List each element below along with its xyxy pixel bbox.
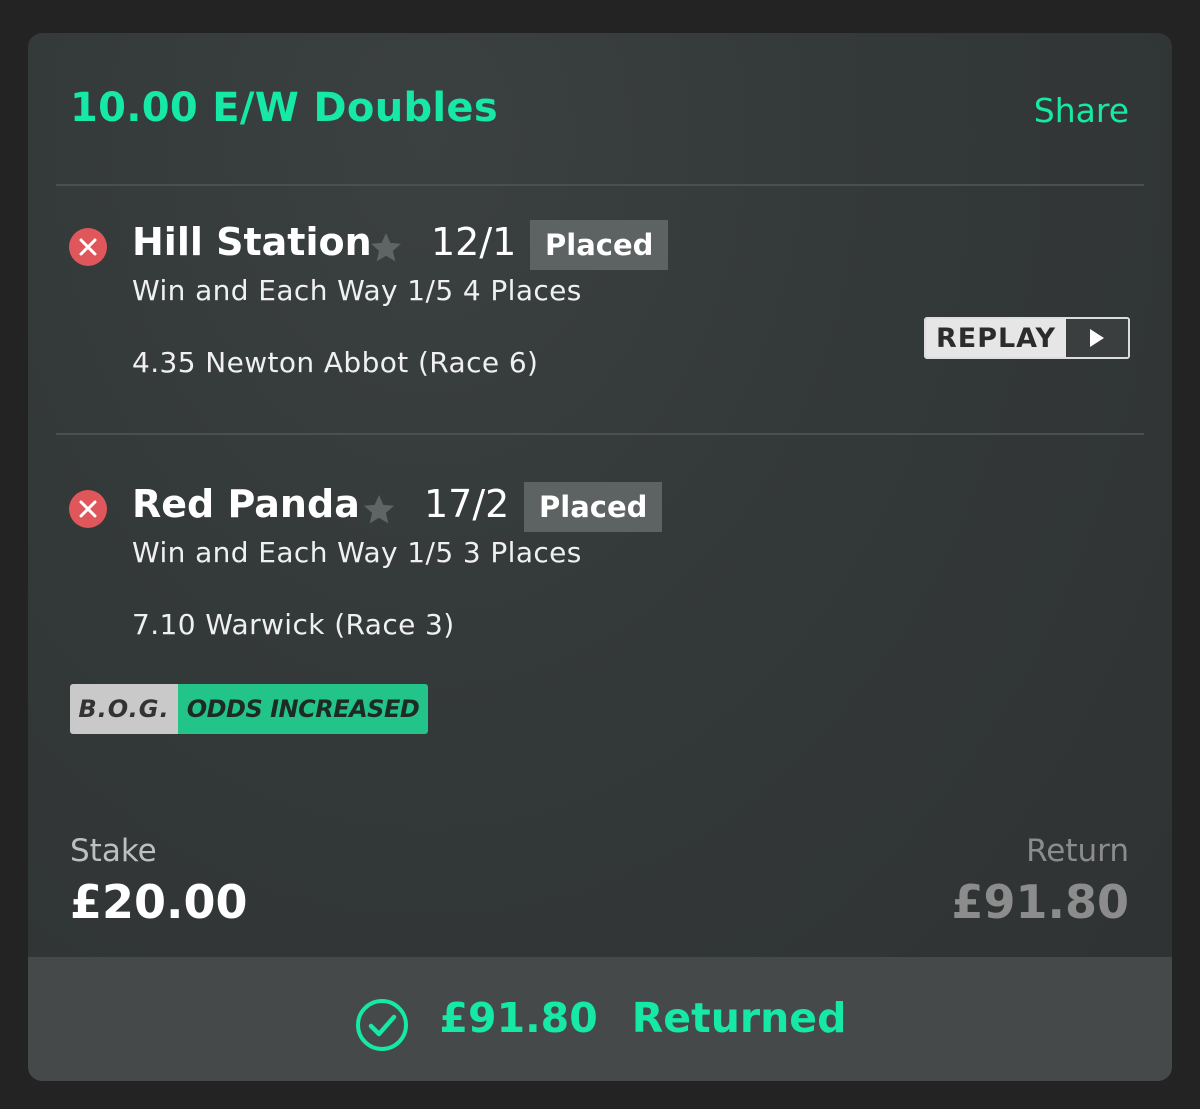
- divider: [56, 433, 1144, 435]
- return-value: £91.80: [951, 875, 1129, 929]
- horse-name: Red Panda: [132, 482, 360, 526]
- market-text: Win and Each Way 1/5 3 Places: [132, 536, 582, 569]
- race-text: 7.10 Warwick (Race 3): [132, 608, 455, 641]
- replay-button[interactable]: REPLAY: [924, 317, 1130, 359]
- returned-status: Returned: [631, 994, 847, 1042]
- check-circle-icon: [355, 999, 408, 1051]
- star-icon[interactable]: [368, 230, 404, 266]
- horse-name: Hill Station: [132, 220, 372, 264]
- status-badge: Placed: [530, 220, 669, 270]
- stake-label: Stake: [70, 833, 157, 869]
- bog-badge: B.O.G. ODDS INCREASED: [70, 684, 428, 734]
- market-text: Win and Each Way 1/5 4 Places: [132, 274, 582, 307]
- selection-item: Red Panda 17/2 Placed Win and Each Way 1…: [28, 482, 1172, 690]
- return-label: Return: [1026, 833, 1129, 869]
- x-circle-icon: [69, 490, 107, 528]
- returned-amount: £91.80: [439, 994, 598, 1042]
- stake-value: £20.00: [70, 875, 248, 929]
- status-badge: Placed: [524, 482, 663, 532]
- star-icon[interactable]: [361, 492, 397, 528]
- returned-footer: £91.80 Returned: [28, 957, 1172, 1081]
- bog-label: B.O.G.: [70, 684, 178, 734]
- play-icon: [1066, 319, 1128, 357]
- odds: 17/2: [424, 482, 510, 526]
- x-circle-icon: [69, 228, 107, 266]
- odds-increased-label: ODDS INCREASED: [178, 684, 428, 734]
- divider: [56, 184, 1144, 186]
- race-text: 4.35 Newton Abbot (Race 6): [132, 346, 539, 379]
- bet-title: 10.00 E/W Doubles: [70, 85, 498, 131]
- share-link[interactable]: Share: [1034, 91, 1129, 130]
- odds: 12/1: [431, 220, 517, 264]
- bet-card: 10.00 E/W Doubles Share Hill Station 12/…: [28, 33, 1172, 1081]
- replay-label: REPLAY: [926, 319, 1066, 357]
